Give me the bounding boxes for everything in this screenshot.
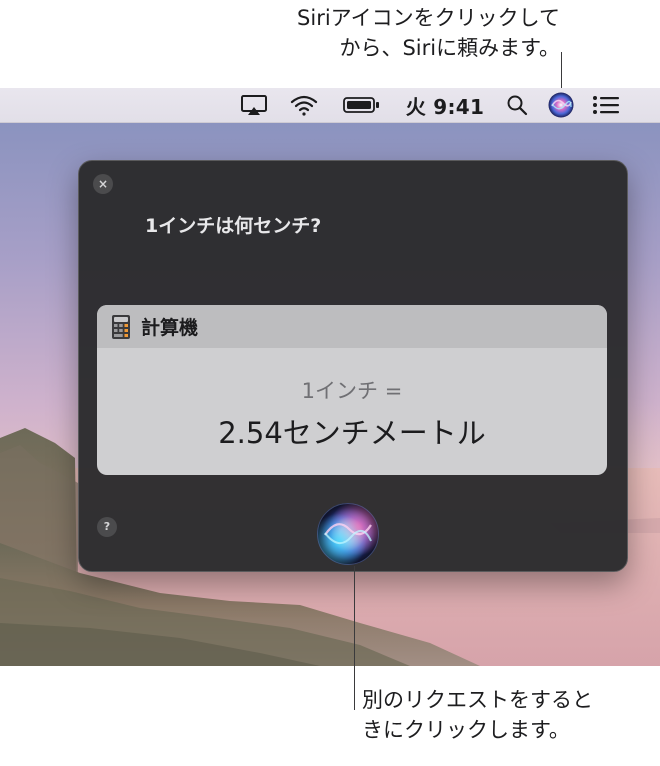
callout-top-leader-line bbox=[561, 52, 562, 92]
close-button[interactable]: × bbox=[93, 174, 113, 194]
screenshot-stage: Siriアイコンをクリックして から、Siriに頼みます。 火 9:41 × 1… bbox=[0, 0, 660, 766]
callout-top-line-1: Siriアイコンをクリックして bbox=[297, 6, 560, 30]
battery-icon[interactable] bbox=[340, 88, 384, 122]
calculator-icon bbox=[112, 314, 130, 339]
conversion-result: 2.54センチメートル bbox=[218, 416, 486, 450]
siri-icon[interactable] bbox=[545, 88, 577, 122]
siri-panel: × 1インチは何センチ? 計算機 1インチ = 2.54センチメートル ? bbox=[78, 160, 628, 572]
siri-orb-icon bbox=[317, 503, 379, 565]
conversion-expression: 1インチ = bbox=[301, 379, 403, 403]
card-header: 計算機 bbox=[97, 305, 607, 348]
calculator-result-card[interactable]: 計算機 1インチ = 2.54センチメートル bbox=[97, 305, 607, 475]
siri-listen-button[interactable] bbox=[313, 499, 383, 569]
airplay-icon[interactable] bbox=[236, 88, 272, 122]
siri-query-text: 1インチは何センチ? bbox=[145, 215, 322, 237]
help-button[interactable]: ? bbox=[97, 517, 117, 537]
notification-center-icon[interactable] bbox=[588, 88, 624, 122]
callout-bottom-line-1: 別のリクエストをすると bbox=[362, 688, 593, 712]
callout-siri-icon: Siriアイコンをクリックして から、Siriに頼みます。 bbox=[180, 3, 560, 63]
card-title: 計算機 bbox=[141, 317, 199, 339]
wifi-icon[interactable] bbox=[286, 88, 322, 122]
callout-bottom-line-2: きにクリックします。 bbox=[362, 718, 570, 742]
menu-bar: 火 9:41 bbox=[0, 88, 660, 123]
callout-bottom-leader-line bbox=[354, 566, 355, 710]
callout-siri-button: 別のリクエストをすると きにクリックします。 bbox=[362, 685, 660, 745]
menubar-clock[interactable]: 火 9:41 bbox=[402, 88, 488, 122]
spotlight-icon[interactable] bbox=[502, 88, 532, 122]
callout-top-line-2: から、Siriに頼みます。 bbox=[339, 36, 560, 60]
